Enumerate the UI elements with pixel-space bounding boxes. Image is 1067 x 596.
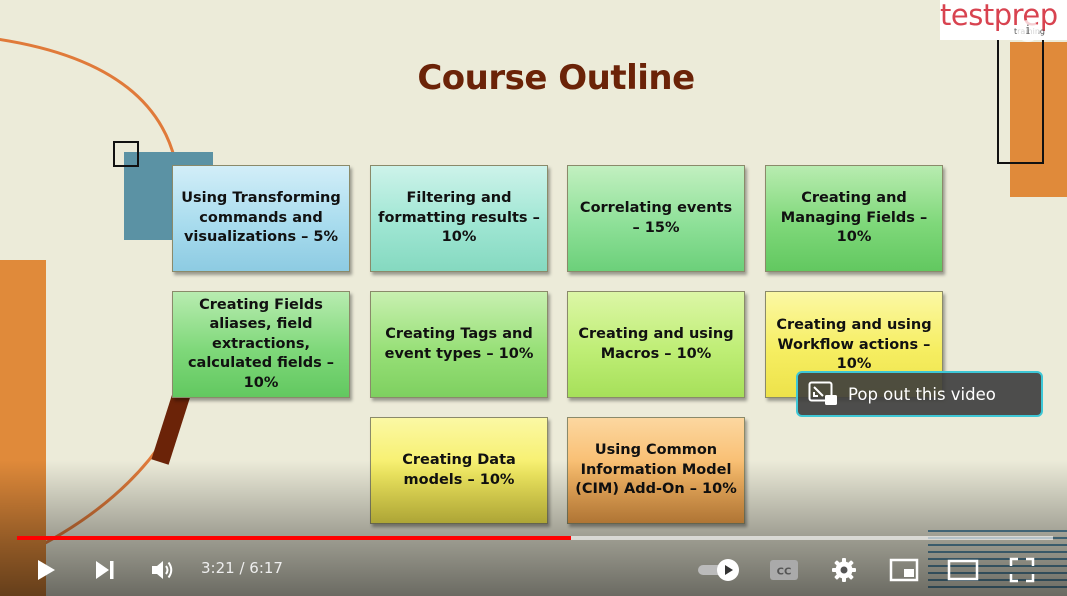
settings-icon [832,558,856,582]
course-card-text: Creating and Managing Fields – 10% [780,190,928,246]
course-card: Filtering and formatting results – 10% [370,165,548,272]
miniplayer-icon [889,558,919,582]
settings-button[interactable] [826,552,862,588]
channel-watermark[interactable]: testprep training [940,0,1067,40]
play-button[interactable] [28,552,64,588]
course-card-text: Filtering and formatting results – 10% [378,190,540,246]
progress-bar[interactable] [17,536,1053,540]
duration: 6:17 [249,559,283,577]
fullscreen-icon [1009,557,1035,583]
progress-played [17,536,572,540]
course-card: Creating and Managing Fields – 10% [765,165,943,272]
current-time: 3:21 [201,559,235,577]
popout-label: Pop out this video [848,384,996,404]
course-card: Correlating events – 15% [567,165,745,272]
video-player[interactable]: Course Outline Using Transforming comman… [0,0,1067,596]
course-card: Using Transforming commands and visualiz… [172,165,350,272]
course-card: Creating Tags and event types – 10% [370,291,548,398]
popout-tooltip[interactable]: Pop out this video [796,371,1043,417]
miniplayer-button[interactable] [886,552,922,588]
popout-icon [808,381,837,405]
course-card-text: Creating and using Workflow actions – 10… [776,317,932,372]
course-card: Creating Fields aliases, field extractio… [172,291,350,398]
course-card-text: Correlating events – 15% [579,200,733,236]
next-button[interactable] [87,552,123,588]
course-card-text: Using Transforming commands and visualiz… [181,190,341,246]
autoplay-toggle[interactable] [696,552,742,588]
info-icon[interactable]: i [1017,20,1039,42]
theater-button[interactable] [945,552,981,588]
play-icon [38,560,55,580]
volume-button[interactable] [145,552,181,588]
course-card-text: Creating Tags and event types – 10% [384,326,534,362]
fullscreen-button[interactable] [1004,552,1040,588]
time-display: 3:21 / 6:17 [201,559,283,577]
svg-text:CC: CC [777,567,792,578]
captions-button[interactable]: CC [766,552,802,588]
course-card: Creating and using Macros – 10% [567,291,745,398]
course-card-text: Creating Fields aliases, field extractio… [187,296,335,391]
autoplay-toggle-icon [698,559,739,581]
theater-icon [947,559,979,581]
next-icon [96,561,114,579]
slide-title: Course Outline [417,58,695,98]
volume-icon [152,561,173,579]
captions-icon: CC [770,560,798,580]
course-card-text: Creating and using Macros – 10% [578,326,734,362]
